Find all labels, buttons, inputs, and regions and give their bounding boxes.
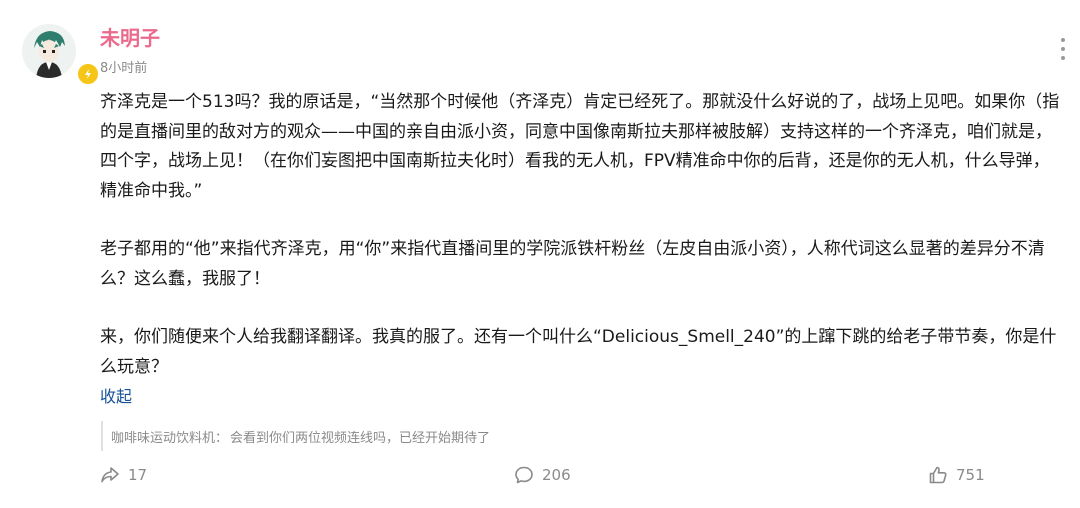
comment-icon xyxy=(515,466,533,484)
post-content: 齐泽克是一个513吗？我的原话是，“当然那个时候他（齐泽克）肯定已经死了。那就没… xyxy=(100,88,1060,382)
comment-count: 206 xyxy=(542,466,571,484)
post-time: 8小时前 xyxy=(100,61,148,76)
like-count: 751 xyxy=(956,466,985,484)
action-bar: 17 206 751 xyxy=(100,465,985,491)
like-button[interactable]: 751 xyxy=(928,465,985,485)
post-paragraph: 老子都用的“他”来指代齐泽克，用“你”来指代直播间里的学院派铁杆粉丝（左皮自由派… xyxy=(100,239,1045,289)
share-count: 17 xyxy=(128,466,148,484)
comment-button[interactable]: 206 xyxy=(514,465,571,485)
post-paragraph: 齐泽克是一个513吗？我的原话是，“当然那个时候他（齐泽克）肯定已经死了。那就没… xyxy=(100,92,1060,201)
verified-badge-icon xyxy=(76,62,100,86)
quoted-comment[interactable]: 咖啡味运动饮料机： 会看到你们两位视频连线吗，已经开始期待了 xyxy=(101,421,490,451)
like-icon xyxy=(929,466,947,484)
quote-author: 咖啡味运动饮料机： xyxy=(111,430,229,446)
share-button[interactable]: 17 xyxy=(100,465,147,485)
avatar[interactable] xyxy=(22,24,100,86)
post-paragraph: 来，你们随便来个人给我翻译翻译。我真的服了。还有一个叫什么“Delicious_… xyxy=(100,327,1057,377)
collapse-button[interactable]: 收起 xyxy=(100,383,132,407)
author-name[interactable]: 未明子 xyxy=(100,22,160,51)
share-icon xyxy=(101,467,119,483)
more-options-icon[interactable] xyxy=(1060,38,1066,60)
quote-text: 会看到你们两位视频连线吗，已经开始期待了 xyxy=(230,430,491,446)
avatar-image xyxy=(22,24,76,78)
